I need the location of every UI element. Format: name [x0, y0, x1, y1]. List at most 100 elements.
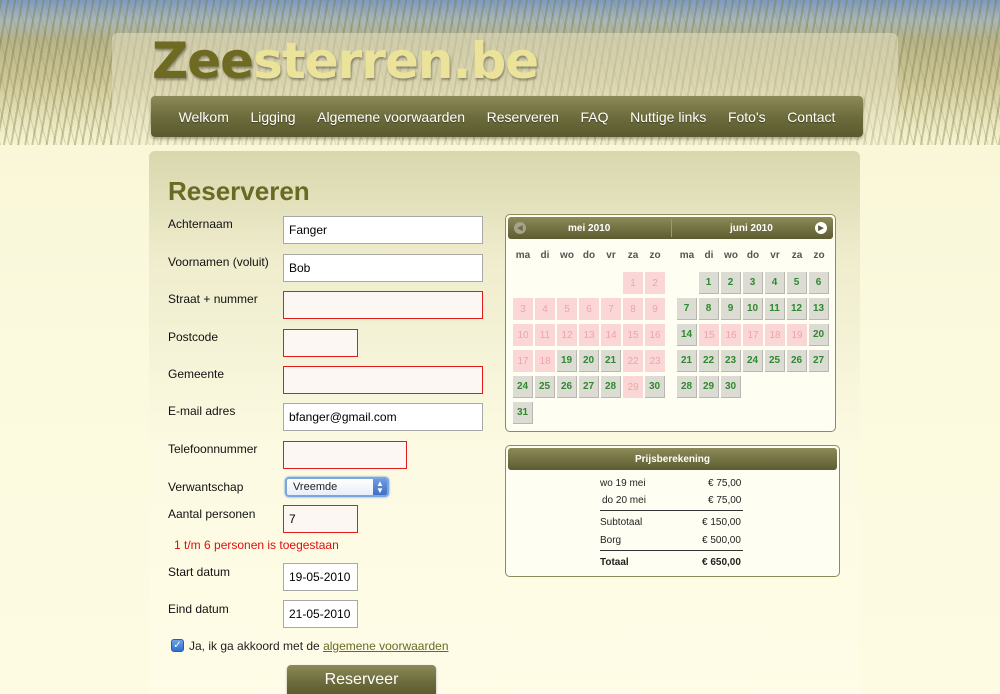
calendar-day-mei-27[interactable]: 27 [579, 376, 599, 398]
agree-label: Ja, ik ga akkoord met de algemene voorwa… [189, 639, 449, 653]
gemeente-input[interactable] [283, 366, 483, 394]
calendar-day-juni-23[interactable]: 23 [721, 350, 741, 372]
calendar-day-mei-25[interactable]: 25 [535, 376, 555, 398]
personen-input[interactable]: 7 [283, 505, 358, 533]
calendar-day-juni-5[interactable]: 5 [787, 272, 807, 294]
calendar-day-juni-14[interactable]: 14 [677, 324, 697, 346]
calendar-day-juni-2[interactable]: 2 [721, 272, 741, 294]
calendar-day-juni-30[interactable]: 30 [721, 376, 741, 398]
calendar-day-juni-1[interactable]: 1 [699, 272, 719, 294]
calendar-day-mei-7: 7 [601, 298, 621, 320]
calendar-day-mei-5: 5 [557, 298, 577, 320]
calendar-day-mei-6: 6 [579, 298, 599, 320]
price-divider [600, 510, 743, 511]
calendar-day-juni-13[interactable]: 13 [809, 298, 829, 320]
calendar-header: ◀ mei 2010 juni 2010 ▶ [508, 217, 833, 239]
calendar-day-juni-17: 17 [743, 324, 763, 346]
calendar-day-juni-26[interactable]: 26 [787, 350, 807, 372]
calendar-day-juni-3[interactable]: 3 [743, 272, 763, 294]
telefoon-input[interactable] [283, 441, 407, 469]
calendar-day-juni-27[interactable]: 27 [809, 350, 829, 372]
page-title: Reserveren [168, 176, 310, 206]
calendar-day-mei-26[interactable]: 26 [557, 376, 577, 398]
calendar-day-mei-10: 10 [513, 324, 533, 346]
prev-month-icon[interactable]: ◀ [514, 222, 526, 234]
label-telefoon: Telefoonnummer [168, 442, 258, 456]
algemene-voorwaarden-link[interactable]: algemene voorwaarden [323, 639, 448, 653]
label-verwantschap: Verwantschap [168, 480, 244, 494]
weekday-mei-vr: vr [606, 250, 616, 261]
straat-input[interactable] [283, 291, 483, 319]
price-row-amount: € 75,00 [708, 495, 742, 506]
calendar-day-juni-12[interactable]: 12 [787, 298, 807, 320]
calendar-day-mei-30[interactable]: 30 [645, 376, 665, 398]
calendar-day-juni-15: 15 [699, 324, 719, 346]
calendar-day-juni-20[interactable]: 20 [809, 324, 829, 346]
calendar-day-mei-29: 29 [623, 376, 643, 398]
achternaam-input[interactable]: Fanger [283, 216, 483, 244]
calendar-day-juni-10[interactable]: 10 [743, 298, 763, 320]
email-input[interactable]: bfanger@gmail.com [283, 403, 483, 431]
calendar-day-juni-29[interactable]: 29 [699, 376, 719, 398]
calendar-day-juni-6[interactable]: 6 [809, 272, 829, 294]
voornamen-input[interactable]: Bob [283, 254, 483, 282]
nav-nuttige-links[interactable]: Nuttige links [630, 109, 706, 125]
nav-fotos[interactable]: Foto's [728, 109, 766, 125]
nav-ligging[interactable]: Ligging [250, 109, 295, 125]
nav-welkom[interactable]: Welkom [179, 109, 229, 125]
calendar-day-mei-21[interactable]: 21 [601, 350, 621, 372]
next-month-icon[interactable]: ▶ [815, 222, 827, 234]
nav-contact[interactable]: Contact [787, 109, 835, 125]
verwantschap-value: Vreemde [293, 481, 338, 493]
calendar-day-mei-15: 15 [623, 324, 643, 346]
weekday-juni-di: di [704, 250, 714, 261]
eind-date-input[interactable]: 21-05-2010 [283, 600, 358, 628]
calendar-day-mei-4: 4 [535, 298, 555, 320]
calendar-day-mei-28[interactable]: 28 [601, 376, 621, 398]
weekday-juni-vr: vr [770, 250, 780, 261]
calendar-day-juni-22[interactable]: 22 [699, 350, 719, 372]
label-eind: Eind datum [168, 602, 229, 616]
calendar-day-mei-1: 1 [623, 272, 643, 294]
calendar-day-juni-28[interactable]: 28 [677, 376, 697, 398]
subtotal-label: Subtotaal [600, 517, 643, 528]
calendar-day-mei-24[interactable]: 24 [513, 376, 533, 398]
calendar-day-mei-14: 14 [601, 324, 621, 346]
calendar-day-mei-20[interactable]: 20 [579, 350, 599, 372]
calendar-day-juni-19: 19 [787, 324, 807, 346]
reserveer-button[interactable]: Reserveer [287, 665, 436, 694]
weekday-juni-wo: wo [724, 250, 738, 261]
site-logo[interactable]: Zeesterren.be [152, 32, 539, 90]
nav-faq[interactable]: FAQ [581, 109, 609, 125]
weekday-mei-do: do [582, 250, 596, 261]
calendar-day-juni-11[interactable]: 11 [765, 298, 785, 320]
calendar-day-juni-25[interactable]: 25 [765, 350, 785, 372]
price-box: Prijsberekening [505, 445, 840, 577]
calendar-day-juni-21[interactable]: 21 [677, 350, 697, 372]
calendar-day-mei-17: 17 [513, 350, 533, 372]
select-arrows-icon: ▲ ▼ [373, 479, 387, 495]
total-label: Totaal [600, 557, 629, 568]
calendar-header-divider [671, 219, 672, 237]
calendar-day-juni-4[interactable]: 4 [765, 272, 785, 294]
calendar-day-mei-3: 3 [513, 298, 533, 320]
calendar-day-mei-18: 18 [535, 350, 555, 372]
calendar-day-juni-7[interactable]: 7 [677, 298, 697, 320]
postcode-input[interactable] [283, 329, 358, 357]
verwantschap-select[interactable]: Vreemde ▲ ▼ [285, 477, 389, 497]
weekday-mei-zo: zo [649, 250, 661, 261]
calendar-day-mei-19[interactable]: 19 [557, 350, 577, 372]
nav-reserveren[interactable]: Reserveren [487, 109, 559, 125]
label-email: E-mail adres [168, 404, 236, 418]
calendar: ◀ mei 2010 juni 2010 ▶ [505, 214, 836, 432]
calendar-month-mei: mei 2010 [568, 223, 611, 234]
calendar-day-juni-24[interactable]: 24 [743, 350, 763, 372]
calendar-day-juni-9[interactable]: 9 [721, 298, 741, 320]
calendar-day-juni-8[interactable]: 8 [699, 298, 719, 320]
label-voornamen: Voornamen (voluit) [168, 255, 269, 269]
agree-checkbox[interactable]: ✓ [171, 639, 184, 652]
calendar-day-mei-31[interactable]: 31 [513, 402, 533, 424]
start-date-input[interactable]: 19-05-2010 [283, 563, 358, 591]
nav-algemene-voorwaarden[interactable]: Algemene voorwaarden [317, 109, 465, 125]
label-personen: Aantal personen [168, 507, 256, 521]
